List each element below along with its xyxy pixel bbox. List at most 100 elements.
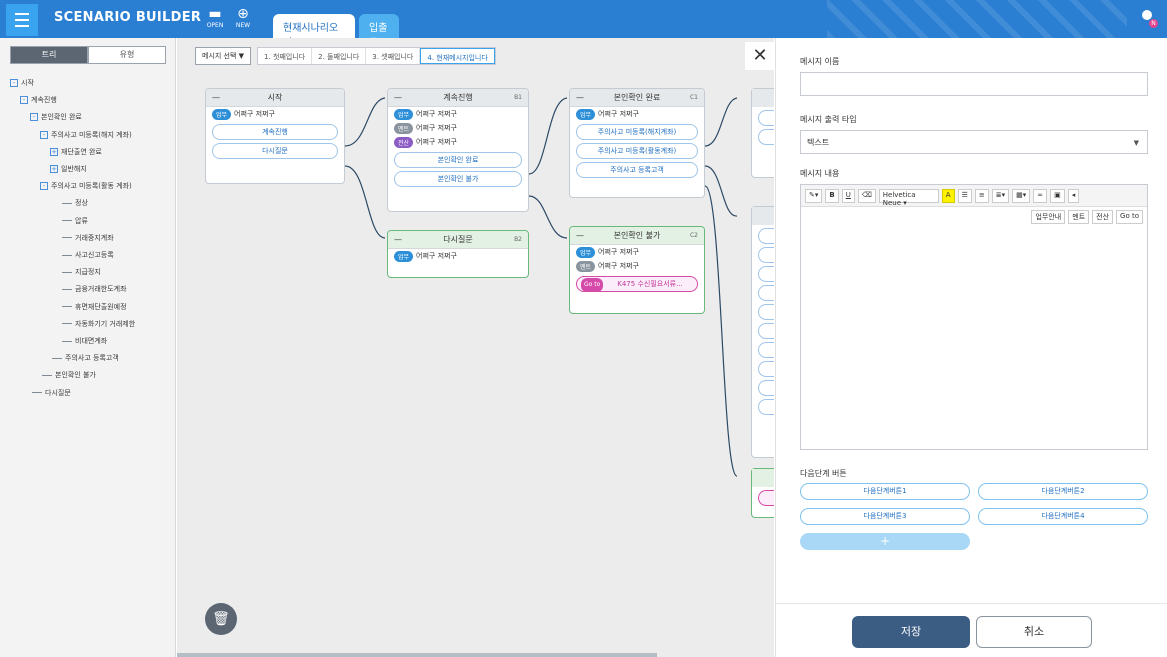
eraser-icon[interactable]: ⌫: [857, 188, 876, 203]
node-ask-again[interactable]: — 다시질문 B2 업무 어쩌구 저쩌구: [387, 230, 529, 278]
node-button[interactable]: 본인확인 완료: [394, 152, 522, 168]
collapse-icon[interactable]: —: [212, 89, 220, 107]
node-message[interactable]: 업무 어쩌구 저쩌구: [206, 107, 344, 121]
tree-item[interactable]: 사고신고등록: [62, 250, 114, 260]
node-message[interactable]: 멘트 어쩌구 저쩌구: [570, 259, 704, 273]
node-button[interactable]: 계속진행: [212, 124, 338, 140]
ordered-list-icon[interactable]: ≡: [974, 188, 989, 203]
user-icon[interactable]: N: [1139, 10, 1158, 28]
collapse-icon[interactable]: —: [394, 231, 402, 249]
tree-item[interactable]: 휴면재단출원예정: [62, 302, 127, 312]
tab-tree[interactable]: 트리: [10, 46, 88, 64]
next-step-button[interactable]: 다음단계버튼2: [978, 483, 1148, 500]
node-message[interactable]: 업무 어쩌구 저쩌구: [388, 107, 528, 121]
insert-business-button[interactable]: 업무안내: [1031, 210, 1066, 224]
tree-item[interactable]: 거래중지계좌: [62, 233, 114, 243]
message-content-label: 메시지 내용: [800, 169, 840, 178]
save-button[interactable]: 저장: [852, 616, 970, 648]
node-button[interactable]: 본인확인 불가: [394, 171, 522, 187]
insert-hint-button[interactable]: 멘트: [1068, 210, 1090, 224]
tree-item[interactable]: - 계속진행: [20, 95, 57, 105]
goto-button[interactable]: Go to K475 수신필요서류...: [576, 276, 698, 292]
tree-item-label: 휴면재단출원예정: [75, 302, 127, 311]
collapse-icon[interactable]: —: [394, 89, 402, 107]
video-icon[interactable]: ◂: [1067, 188, 1080, 203]
collapse-icon[interactable]: -: [30, 113, 38, 122]
tab-type[interactable]: 유형: [88, 46, 166, 64]
highlight-color-icon[interactable]: A: [941, 188, 955, 203]
hamburger-menu-button[interactable]: [6, 4, 38, 36]
align-icon[interactable]: ≣▾: [991, 188, 1010, 203]
rich-text-editor[interactable]: ✎▾ B U ⌫ Helvetica Neue ▾ A ☰ ≡ ≣▾ ▦▾ ∞ …: [800, 184, 1148, 450]
add-next-button[interactable]: +: [800, 533, 970, 550]
open-button[interactable]: ▬ OPEN: [200, 6, 230, 34]
node-continue[interactable]: — 계속진행 B1 업무 어쩌구 저쩌구 멘트 어쩌구 저쩌구 전산 어쩌구 저쩌구 본인…: [387, 88, 529, 212]
new-button[interactable]: ⊕ NEW: [228, 6, 258, 34]
node-verified[interactable]: — 본인확인 완료 C1 업무 어쩌구 저쩌구 주의사고 미등록(해지계좌) 주의사고…: [569, 88, 705, 198]
magic-wand-icon[interactable]: ✎▾: [805, 188, 823, 203]
next-step-button[interactable]: 다음단계버튼4: [978, 508, 1148, 525]
panel-body: 메시지 이름 메시지 출력 타입 텍스트 ▼ 메시지 내용 ✎▾ B U ⌫ H…: [775, 38, 1167, 657]
collapse-icon[interactable]: -: [20, 96, 28, 105]
tree-item[interactable]: 압류: [62, 216, 88, 226]
node-message[interactable]: 전산 어쩌구 저쩌구: [388, 135, 528, 149]
node-button[interactable]: 주의사고 미등록(해지계좌): [576, 124, 698, 140]
font-family-select[interactable]: Helvetica Neue ▾: [878, 188, 939, 207]
collapse-icon[interactable]: -: [10, 79, 18, 87]
tree-item[interactable]: - 본인확인 완료: [30, 112, 82, 122]
collapse-icon[interactable]: —: [576, 89, 584, 107]
tree-item[interactable]: 본인확인 불가: [42, 370, 96, 380]
insert-goto-button[interactable]: Go to: [1116, 210, 1143, 224]
underline-icon[interactable]: U: [841, 188, 855, 203]
message-name-input[interactable]: [800, 72, 1148, 96]
node-message[interactable]: 업무 어쩌구 저쩌구: [388, 249, 528, 263]
node-message[interactable]: 업무 어쩌구 저쩌구: [570, 107, 704, 121]
next-step-button[interactable]: 다음단계버튼3: [800, 508, 970, 525]
table-icon[interactable]: ▦▾: [1012, 188, 1031, 203]
node-header[interactable]: — 계속진행 B1: [388, 89, 528, 107]
close-icon[interactable]: ✕: [745, 42, 775, 70]
expand-icon[interactable]: +: [50, 165, 58, 173]
collapse-icon[interactable]: -: [40, 130, 48, 139]
tree-item[interactable]: 주의사고 등록고객: [52, 353, 119, 363]
expand-icon[interactable]: +: [50, 147, 58, 156]
tree-item[interactable]: 자동화기기 거래제한: [62, 319, 135, 329]
node-button[interactable]: 다시질문: [212, 143, 338, 159]
node-message[interactable]: 멘트 어쩌구 저쩌구: [388, 121, 528, 135]
tree-item[interactable]: 다시질문: [32, 388, 71, 398]
node-button[interactable]: 주의사고 등록고객: [576, 162, 698, 178]
output-type-select[interactable]: 텍스트 ▼: [800, 130, 1148, 154]
insert-calc-button[interactable]: 전산: [1092, 210, 1114, 224]
collapse-icon[interactable]: —: [576, 227, 584, 245]
node-header[interactable]: — 시작: [206, 89, 344, 107]
tree-item[interactable]: - 주의사고 미등록(해지 계좌): [40, 130, 132, 140]
node-button[interactable]: 주의사고 미등록(활동계좌): [576, 143, 698, 159]
tree-item[interactable]: - 시작: [10, 78, 34, 88]
collapse-icon[interactable]: -: [40, 182, 48, 191]
tree-item[interactable]: 비대면계좌: [62, 336, 107, 346]
node-header[interactable]: — 본인확인 불가 C2: [570, 227, 704, 245]
tree-item[interactable]: - 주의사고 미등록(활동 계좌): [40, 181, 132, 191]
bold-icon[interactable]: B: [825, 188, 839, 203]
node-message[interactable]: 업무 어쩌구 저쩌구: [570, 245, 704, 259]
tree-item[interactable]: 정상: [62, 198, 88, 208]
cancel-button[interactable]: 취소: [976, 616, 1092, 648]
node-header[interactable]: — 다시질문 B2: [388, 231, 528, 249]
tree-item[interactable]: 지급정지: [62, 267, 101, 277]
node-start[interactable]: — 시작 업무 어쩌구 저쩌구 계속진행 다시질문: [205, 88, 345, 184]
tree-connector: [62, 254, 72, 256]
image-icon[interactable]: ▣: [1050, 188, 1065, 203]
tab-current-scenario[interactable]: 현재시나리오명: [273, 14, 355, 49]
flow-canvas[interactable]: 메시지 선택 ▼ 1. 첫째입니다 2. 둘째입니다 3. 셋째입니다 4. 현…: [177, 38, 774, 657]
tree-item[interactable]: 금융거래한도계좌: [62, 284, 127, 294]
node-unverified[interactable]: — 본인확인 불가 C2 업무 어쩌구 저쩌구 멘트 어쩌구 저쩌구 Go to K475…: [569, 226, 705, 314]
unordered-list-icon[interactable]: ☰: [957, 188, 972, 203]
tree-item[interactable]: + 재단출연 완료: [50, 147, 102, 157]
horizontal-scrollbar[interactable]: [177, 653, 657, 657]
tab-deposit[interactable]: 입출금: [359, 14, 399, 49]
trash-icon[interactable]: 🗑: [205, 603, 237, 635]
next-step-button[interactable]: 다음단계버튼1: [800, 483, 970, 500]
tree-item[interactable]: + 일반해지: [50, 164, 87, 174]
link-icon[interactable]: ∞: [1033, 188, 1048, 203]
node-header[interactable]: — 본인확인 완료 C1: [570, 89, 704, 107]
